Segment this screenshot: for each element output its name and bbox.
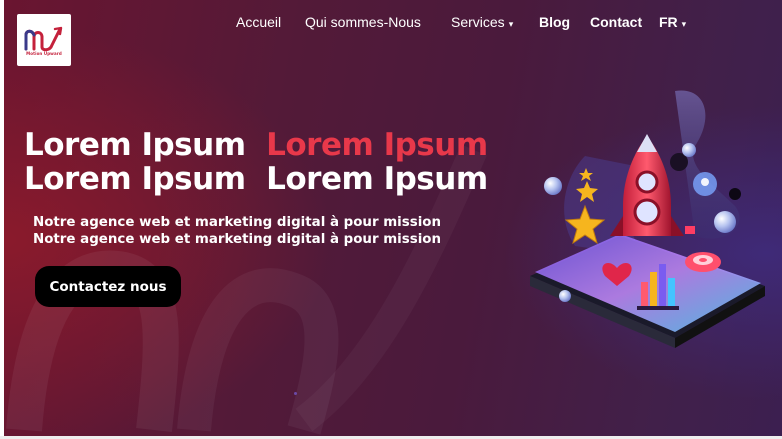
headline-line-1: Lorem Ipsum Lorem Ipsum <box>24 128 488 162</box>
nav-item-label: Qui sommes-Nous <box>305 14 421 30</box>
decorative-dot <box>294 392 297 395</box>
language-selector[interactable]: FR ▾ <box>659 14 686 30</box>
motion-upward-logo-icon <box>24 26 63 51</box>
hero-headline: Lorem Ipsum Lorem Ipsum Lorem Ipsum Lore… <box>24 128 488 196</box>
hero-subtitle: Notre agence web et marketing digital à … <box>33 214 441 248</box>
nav-item-label: Contact <box>590 14 643 30</box>
nav-item-label: Blog <box>539 14 571 30</box>
headline-text: Lorem Ipsum <box>266 161 488 197</box>
nav-item-contact[interactable]: Contact <box>590 14 642 30</box>
nav-item-label: Accueil <box>236 14 282 30</box>
site-logo[interactable]: Motion Upward <box>17 14 71 66</box>
nav-item-accueil[interactable]: Accueil <box>236 14 281 30</box>
headline-white-text: Lorem Ipsum <box>24 127 246 163</box>
logo-text: Motion Upward <box>26 50 62 56</box>
headline-line-2: Lorem Ipsum Lorem Ipsum <box>24 162 488 196</box>
headline-text: Lorem Ipsum <box>24 161 246 197</box>
nav-item-services[interactable]: Services ▾ <box>451 14 513 30</box>
nav-item-qui-sommes-nous[interactable]: Qui sommes-Nous <box>305 14 421 30</box>
subtitle-line-1: Notre agence web et marketing digital à … <box>33 215 442 230</box>
chevron-down-icon: ▾ <box>681 19 687 29</box>
nav-item-label: Services <box>451 14 505 30</box>
contact-us-button[interactable]: Contactez nous <box>35 266 181 307</box>
subtitle-line-2: Notre agence web et marketing digital à … <box>33 232 442 247</box>
rocket-analytics-illustration <box>530 90 765 348</box>
headline-accent-text: Lorem Ipsum <box>266 127 488 163</box>
nav-item-blog[interactable]: Blog <box>539 14 570 30</box>
chevron-down-icon: ▾ <box>508 19 514 29</box>
language-label: FR <box>659 14 678 30</box>
